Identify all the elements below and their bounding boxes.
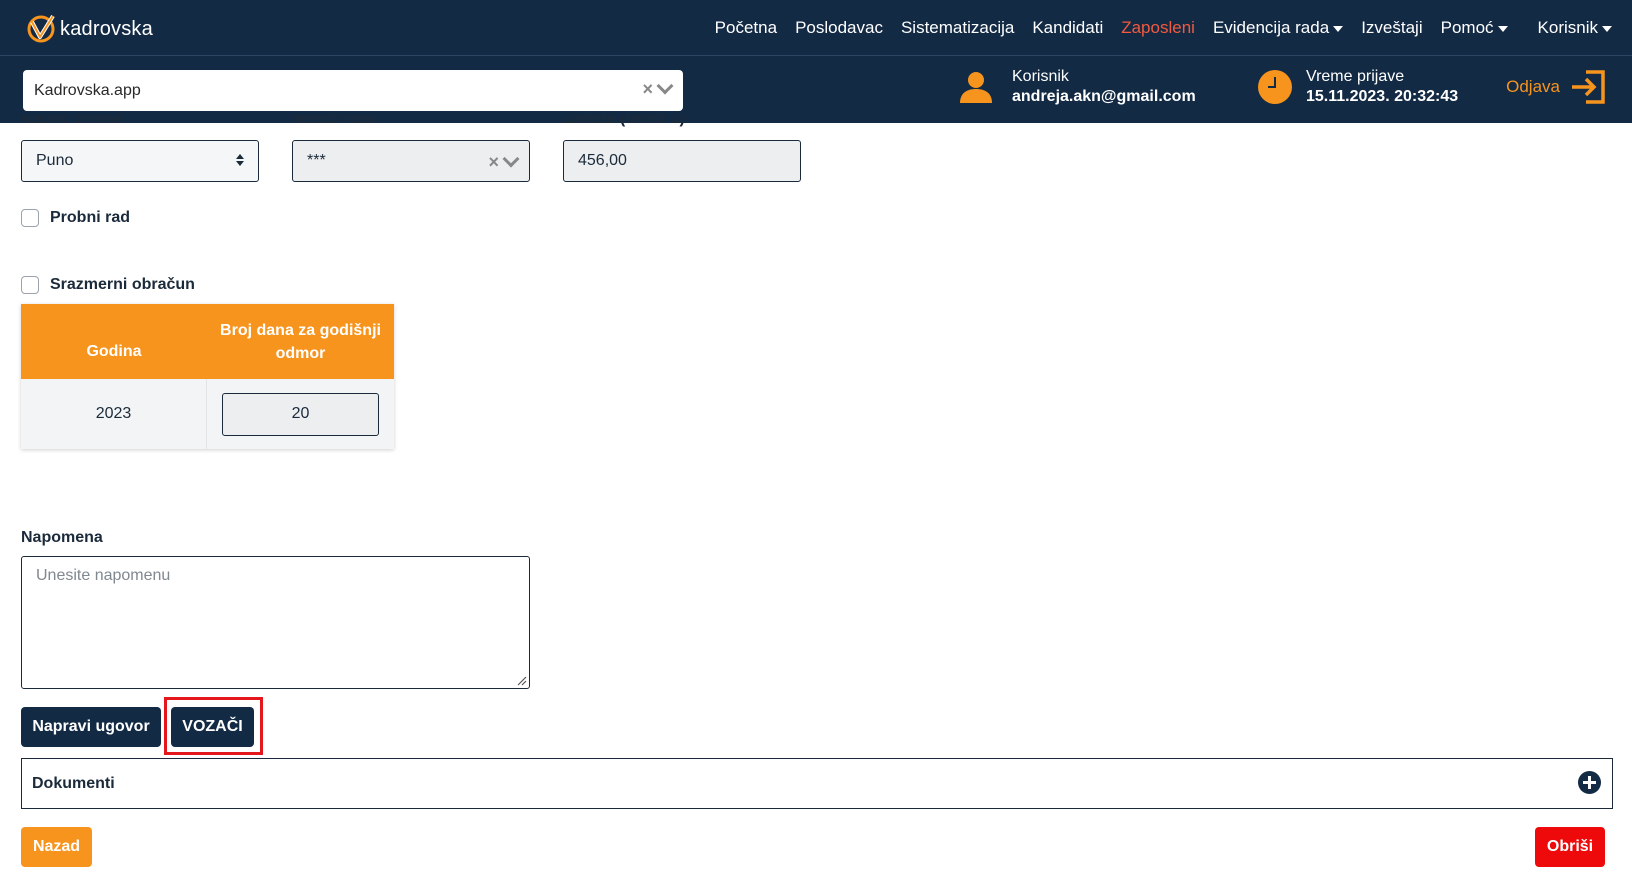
current-user: Korisnik andreja.akn@gmail.com xyxy=(958,68,1196,106)
company-select-value: Kadrovska.app xyxy=(34,81,141,99)
user-email: andreja.akn@gmail.com xyxy=(1012,88,1196,105)
nav-item-sistematizacija[interactable]: Sistematizacija xyxy=(901,18,1014,38)
nav-item-pomoc[interactable]: Pomoć xyxy=(1441,18,1508,38)
login-time-value: 15.11.2023. 20:32:43 xyxy=(1306,88,1459,105)
nav-label: Sistematizacija xyxy=(900,18,1015,37)
column-header-year: Godina xyxy=(86,343,142,360)
top-navbar: kadrovska Početna Poslodavac Sistematiza… xyxy=(0,0,1632,56)
work-place-label: Mesto rada xyxy=(292,115,377,127)
proportional-row: Srazmerni obračun xyxy=(21,276,195,294)
context-bar: Kadrovska.app × Korisnik andreja.akn@gma… xyxy=(0,56,1632,123)
nav-item-pocetna[interactable]: Početna xyxy=(715,18,777,38)
proportional-label: Srazmerni obračun xyxy=(50,276,195,293)
nav-label: Evidencija rada xyxy=(1212,18,1330,37)
documents-panel[interactable]: Dokumenti xyxy=(21,758,1613,809)
nav-label: Kandidati xyxy=(1032,18,1104,37)
caret-down-icon xyxy=(1602,26,1612,32)
main-nav: Početna Poslodavac Sistematizacija Kandi… xyxy=(697,0,1612,56)
nav-item-zaposleni[interactable]: Zaposleni xyxy=(1121,18,1195,38)
clock-icon xyxy=(1258,70,1292,104)
nav-label: Izveštaji xyxy=(1361,18,1423,37)
salary-value: 456,00 xyxy=(578,152,627,169)
nav-item-evidencija-rada[interactable]: Evidencija rada xyxy=(1212,18,1344,38)
caret-down-icon xyxy=(1497,26,1508,32)
chevron-down-icon[interactable] xyxy=(656,77,674,95)
table-header: Godina Broj dana za godišnji odmor xyxy=(21,304,394,379)
salary-label: Zarada (bruto 1) xyxy=(563,115,685,127)
kadrovska-logo-icon xyxy=(27,14,55,43)
brand[interactable]: kadrovska xyxy=(26,13,153,45)
logout-button[interactable]: Odjava xyxy=(1506,70,1606,104)
add-document-icon[interactable] xyxy=(1578,771,1601,794)
work-time-value: Puno xyxy=(36,152,74,169)
nav-label: Početna xyxy=(714,18,778,37)
note-placeholder: Unesite napomenu xyxy=(36,567,171,584)
nav-item-poslodavac[interactable]: Poslodavac xyxy=(795,18,883,38)
annual-leave-table: Godina Broj dana za godišnji odmor 2023 … xyxy=(21,304,394,449)
make-contract-button[interactable]: Napravi ugovor xyxy=(21,707,161,747)
select-controls: × xyxy=(488,150,520,171)
work-place-select[interactable]: *** × xyxy=(292,140,530,182)
highlight-box xyxy=(164,697,263,755)
nav-label: Poslodavac xyxy=(795,18,883,37)
table-row: 2023 20 xyxy=(21,379,394,449)
work-time-select[interactable]: Puno xyxy=(21,140,259,182)
nav-item-izvestaji[interactable]: Izveštaji xyxy=(1361,18,1422,38)
user-icon xyxy=(960,72,992,103)
note-textarea[interactable]: Unesite napomenu xyxy=(21,556,530,689)
nav-item-kandidati[interactable]: Kandidati xyxy=(1032,18,1103,38)
note-label: Napomena xyxy=(21,529,103,546)
delete-button[interactable]: Obriši xyxy=(1535,827,1605,867)
salary-input[interactable]: 456,00 xyxy=(563,140,801,182)
updown-icon xyxy=(236,154,244,166)
column-header-days: Broj dana za godišnji odmor xyxy=(220,321,381,362)
logout-icon xyxy=(1572,70,1605,104)
login-time: Vreme prijave 15.11.2023. 20:32:43 xyxy=(1258,68,1458,106)
probation-label: Probni rad xyxy=(50,209,131,226)
year-cell: 2023 xyxy=(21,379,207,449)
nav-label: Pomoć xyxy=(1440,18,1494,37)
brand-name: kadrovska xyxy=(60,17,153,40)
company-select[interactable]: Kadrovska.app × xyxy=(23,70,683,111)
work-time-label: Radno vreme xyxy=(21,115,123,127)
days-cell: 20 xyxy=(207,379,394,449)
documents-label: Dokumenti xyxy=(32,774,115,792)
clear-icon[interactable]: × xyxy=(642,80,653,98)
select-controls: × xyxy=(642,77,674,98)
nav-item-user-menu[interactable]: Korisnik xyxy=(1538,18,1612,38)
nav-label: Korisnik xyxy=(1537,18,1598,37)
user-label: Korisnik xyxy=(1012,68,1069,85)
caret-down-icon xyxy=(1333,26,1344,32)
leave-days-input[interactable]: 20 xyxy=(222,392,379,436)
probation-row: Probni rad xyxy=(21,209,130,227)
chevron-down-icon[interactable] xyxy=(502,150,520,168)
back-button[interactable]: Nazad xyxy=(21,827,92,867)
work-place-value: *** xyxy=(307,152,326,169)
resize-grip-icon[interactable] xyxy=(517,676,527,686)
clear-icon[interactable]: × xyxy=(488,153,499,171)
logout-label: Odjava xyxy=(1506,77,1560,96)
probation-checkbox[interactable] xyxy=(21,209,39,227)
login-time-label: Vreme prijave xyxy=(1306,68,1405,85)
proportional-checkbox[interactable] xyxy=(21,276,39,294)
nav-label: Zaposleni xyxy=(1121,18,1195,37)
